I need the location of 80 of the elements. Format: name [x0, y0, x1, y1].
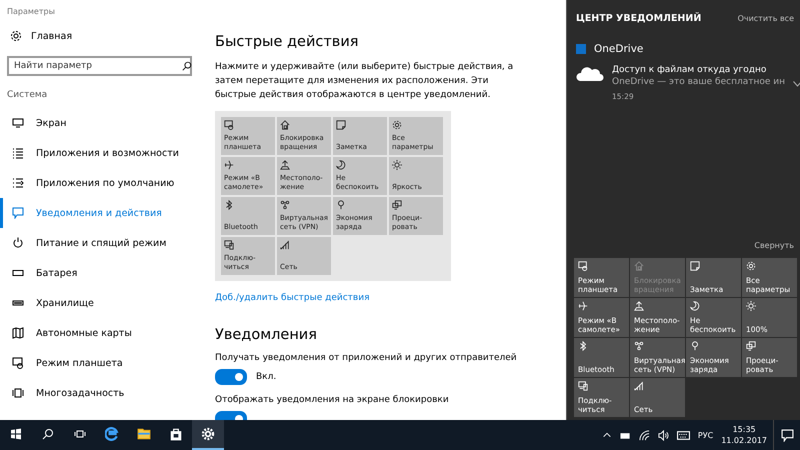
- tablet-icon: [224, 120, 234, 130]
- taskbar-app[interactable]: [192, 420, 224, 450]
- sidebar-item[interactable]: Приложения по умолчанию: [0, 168, 205, 198]
- keyboard-icon: [676, 428, 690, 442]
- description-text: Нажмите и удерживайте (или выберите) быстрые действия, а затем перетащите для изменения их расположения. Эти быстрые действия отображаются в центре уведомлений.: [215, 61, 514, 102]
- bag-icon: [169, 427, 183, 441]
- window-title: Параметры: [6, 6, 56, 18]
- setting-label: Отображать уведомления на экране блокировки: [215, 395, 450, 405]
- sidebar-item[interactable]: Приложения и возможности: [0, 138, 205, 168]
- note-icon: [336, 120, 346, 130]
- sun-icon: [392, 160, 402, 170]
- gear-icon: [10, 30, 22, 42]
- clock[interactable]: 15:35 11.02.2017: [721, 424, 767, 446]
- airplane-icon: [224, 160, 234, 170]
- message-icon: [12, 207, 24, 219]
- cloud-icon: [576, 65, 604, 81]
- app-name: OneDrive: [594, 43, 644, 55]
- sidebar-item[interactable]: Батарея: [0, 258, 205, 288]
- search-icon: [42, 428, 54, 440]
- sidebar-item[interactable]: Режим планшета: [0, 348, 205, 378]
- speaker-icon: [658, 430, 669, 440]
- sidebar-item[interactable]: Автономные карты: [0, 318, 205, 348]
- devices-icon: [224, 240, 234, 250]
- section-title: Быстрые действия: [215, 34, 360, 50]
- gear-icon: [201, 427, 215, 441]
- sidebar-item[interactable]: Уведомления и действия: [0, 198, 205, 228]
- toggle-switch[interactable]: [215, 369, 247, 385]
- toggle-state: Вкл.: [256, 372, 276, 382]
- setting-label: Получать уведомления от приложений и других отправителей: [215, 353, 518, 363]
- bluetooth-icon: [224, 200, 234, 210]
- edge-icon: [105, 427, 119, 441]
- search-icon: [182, 61, 192, 71]
- wifi-icon: [638, 430, 650, 440]
- app-icon: [576, 44, 586, 54]
- monitors-icon: [392, 200, 402, 210]
- monitors-icon: [746, 341, 756, 351]
- sidebar-item[interactable]: Хранилище: [0, 288, 205, 318]
- chevron-icon[interactable]: [793, 81, 800, 87]
- language-indicator[interactable]: РУС: [698, 430, 714, 440]
- moon-icon: [690, 301, 700, 311]
- moon-icon: [336, 160, 346, 170]
- location-icon: [280, 160, 290, 170]
- sidebar-item[interactable]: Многозадачность: [0, 378, 205, 408]
- section-title: Уведомления: [215, 327, 318, 343]
- location-icon: [634, 301, 644, 311]
- clear-all-link[interactable]: Очистить все: [738, 14, 794, 23]
- windows-icon: [10, 428, 22, 440]
- sidebar-item[interactable]: Питание и спящий режим: [0, 228, 205, 258]
- gear-icon: [746, 261, 756, 271]
- house-lock-icon: [634, 261, 644, 271]
- power-icon: [12, 237, 24, 249]
- panel-title: ЦЕНТР УВЕДОМЛЕНИЙ: [576, 13, 702, 24]
- list-icon: [12, 147, 24, 159]
- signal-icon: [634, 381, 644, 391]
- tablet-icon: [578, 261, 588, 271]
- map-icon: [12, 327, 24, 339]
- list-icon: [12, 177, 24, 189]
- message-icon: [780, 428, 794, 442]
- gear-icon: [392, 120, 402, 130]
- search-field[interactable]: Найти параметр: [7, 56, 192, 76]
- bluetooth-icon: [578, 341, 588, 351]
- tablet-icon: [12, 357, 24, 369]
- add-remove-link[interactable]: Доб./удалить быстрые действия: [215, 293, 370, 303]
- house-lock-icon: [280, 120, 290, 130]
- battery-icon: [12, 267, 24, 279]
- windows-stack-icon: [74, 428, 86, 440]
- airplane-icon: [578, 301, 588, 311]
- notification-body: OneDrive — это ваше бесплатное ин: [612, 77, 785, 87]
- note-icon: [690, 261, 700, 271]
- folder-icon: [137, 427, 151, 441]
- section-heading: Система: [6, 89, 48, 102]
- sun-icon: [746, 301, 756, 311]
- devices-icon: [578, 381, 588, 391]
- window-icon: [12, 387, 24, 399]
- signal-icon: [280, 240, 290, 250]
- home-link[interactable]: Главная: [31, 30, 72, 42]
- monitor-icon: [12, 117, 24, 129]
- sidebar-item[interactable]: Экран: [0, 108, 205, 138]
- notification-title: Доступ к файлам откуда угодно: [612, 65, 768, 75]
- collapse-link[interactable]: Свернуть: [754, 241, 794, 250]
